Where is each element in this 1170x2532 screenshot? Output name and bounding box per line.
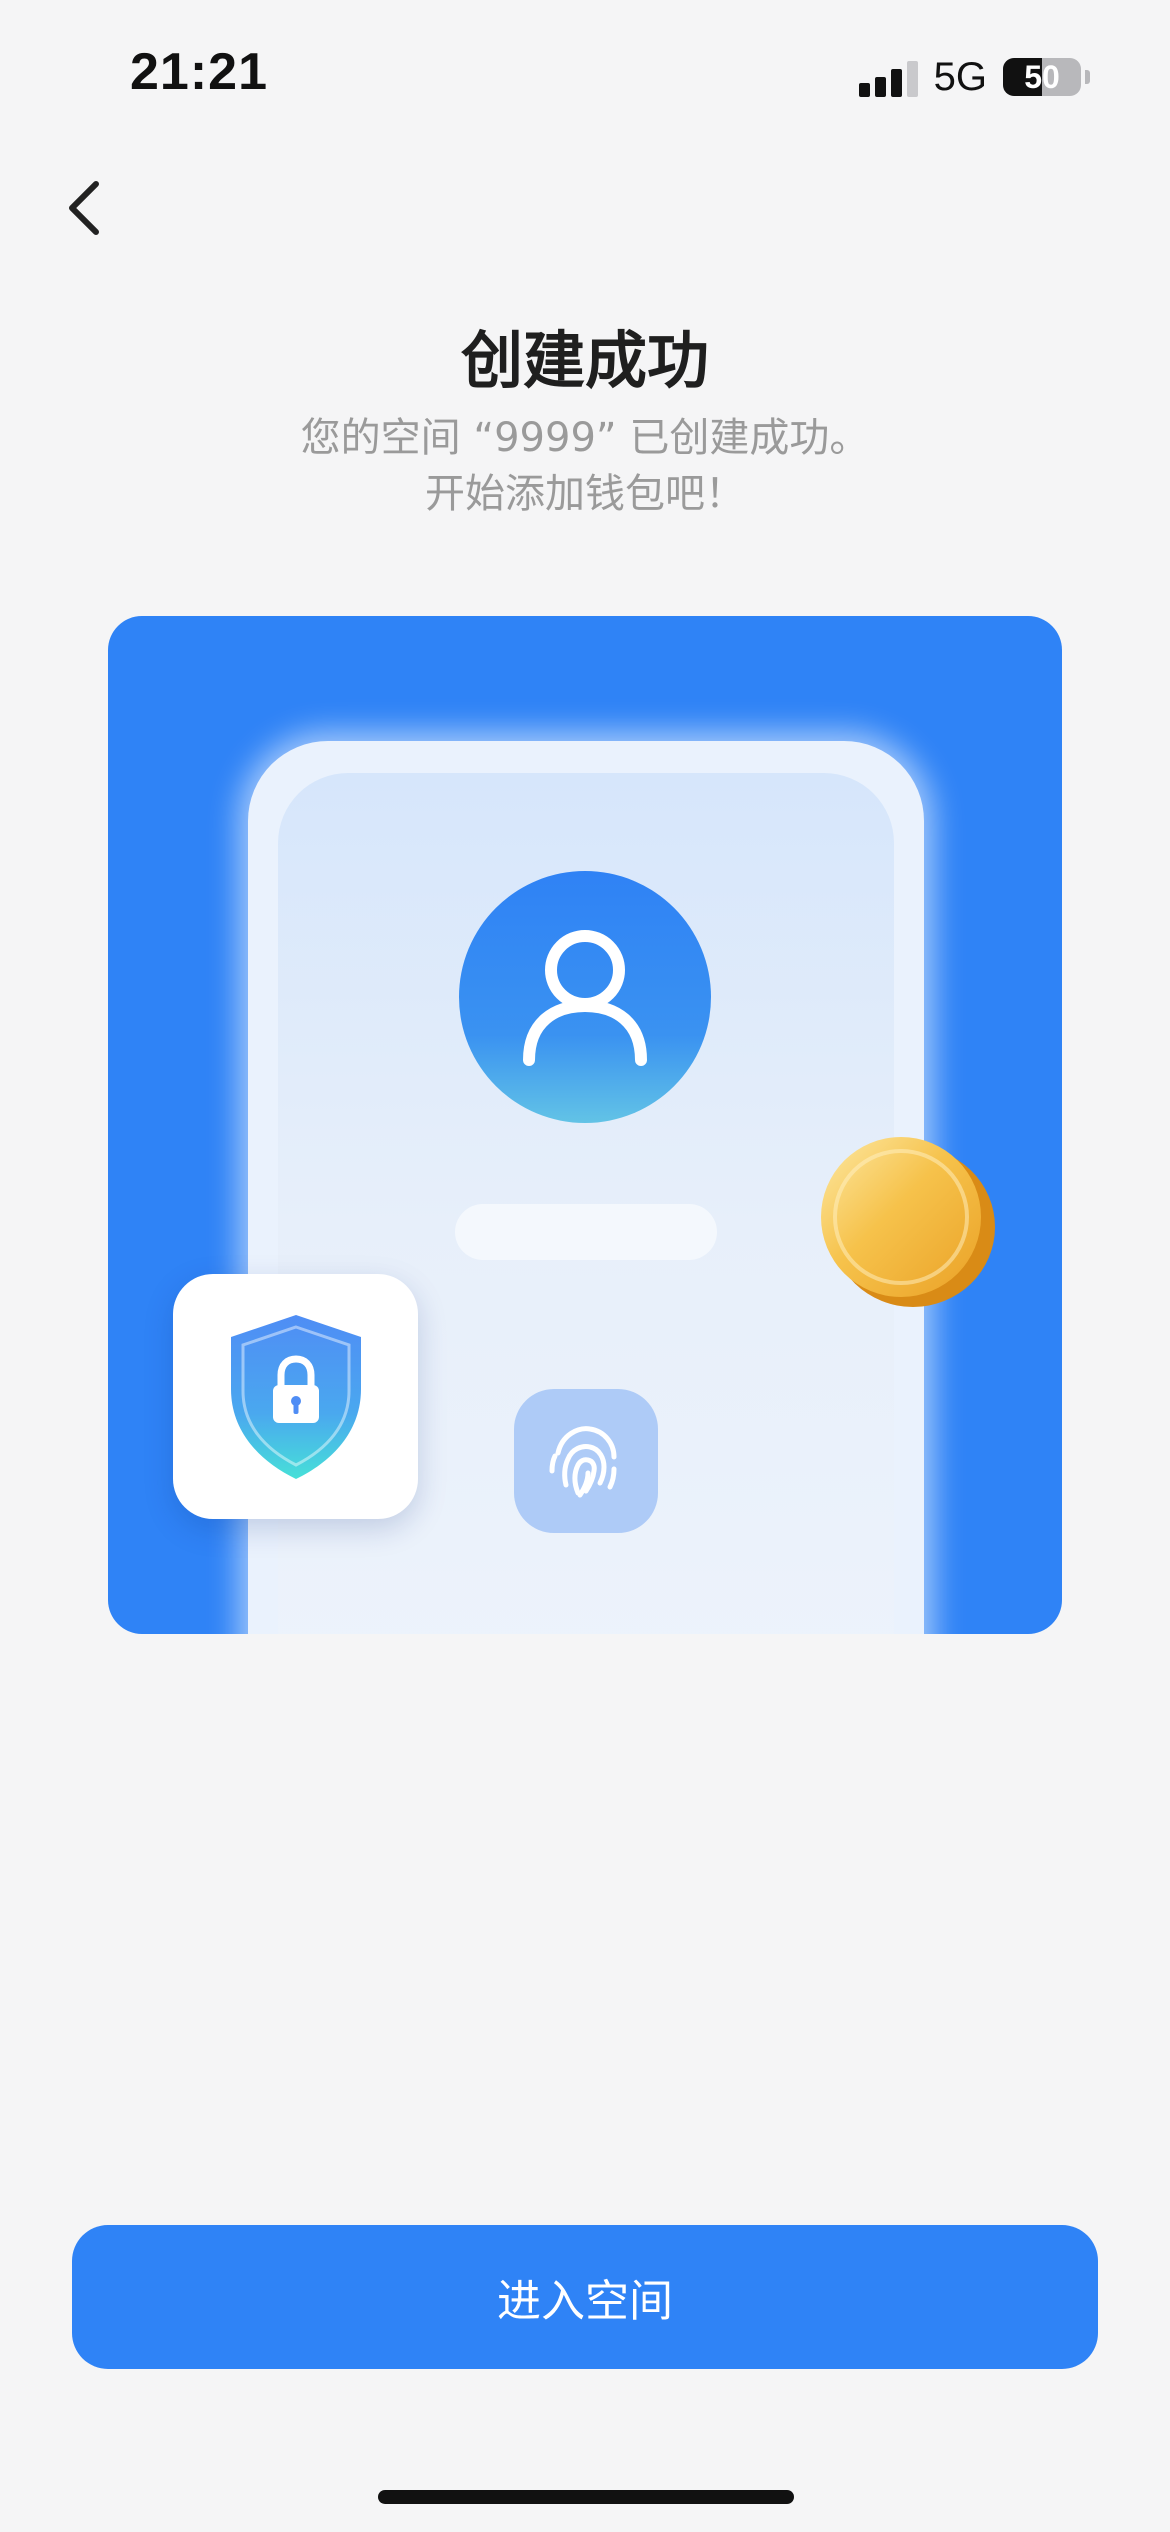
back-button[interactable] xyxy=(52,168,116,248)
enter-space-button[interactable]: 进入空间 xyxy=(72,2225,1098,2369)
success-illustration xyxy=(108,616,1062,1634)
fingerprint-tile xyxy=(514,1389,658,1533)
battery-nub xyxy=(1085,70,1090,84)
subtitle-line-2: 开始添加钱包吧！ xyxy=(425,471,745,517)
name-placeholder-bar xyxy=(455,1204,717,1260)
fingerprint-icon xyxy=(549,1426,617,1498)
shield-lock-icon xyxy=(230,1315,361,1479)
home-indicator[interactable] xyxy=(378,2490,794,2504)
status-time: 21:21 xyxy=(130,43,268,101)
coin-icon xyxy=(821,1137,995,1307)
subtitle-line-1: 您的空间 “9999” 已创建成功。 xyxy=(300,415,870,461)
battery-level: 50 xyxy=(1024,58,1060,95)
security-badge xyxy=(173,1274,418,1519)
avatar xyxy=(459,871,711,1123)
chevron-left-icon xyxy=(69,181,99,235)
screen: 21:21 5G 50 创建成功 您的空间 “9999” 已创建成功。 开始添加… xyxy=(0,0,1170,2532)
signal-bars-icon xyxy=(858,57,918,97)
network-label: 5G xyxy=(933,54,987,99)
user-icon xyxy=(523,930,647,1066)
page-subtitle: 您的空间 “9999” 已创建成功。 开始添加钱包吧！ xyxy=(0,410,1170,522)
battery-icon: 50 xyxy=(1003,58,1081,96)
status-icons: 5G 50 xyxy=(858,52,1090,102)
page-title: 创建成功 xyxy=(460,324,709,397)
